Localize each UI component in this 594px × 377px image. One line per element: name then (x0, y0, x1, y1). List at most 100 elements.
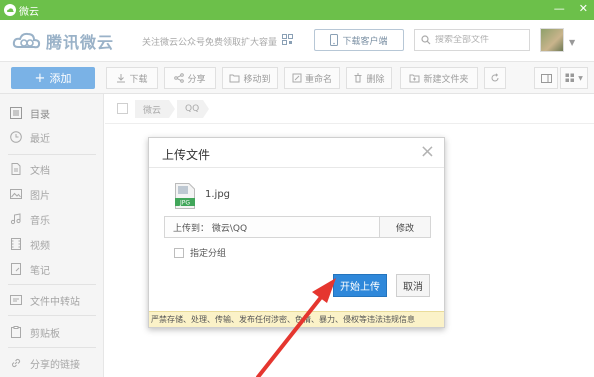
new-folder-button[interactable]: 新建文件夹 (400, 67, 478, 89)
sidebar-item-directory[interactable]: 目录 (10, 104, 98, 122)
document-icon (11, 163, 21, 175)
wechat-tip-link[interactable]: 关注微云公众号免费领取扩大容量 (142, 35, 277, 48)
edit-icon (292, 73, 302, 83)
qr-code-icon[interactable] (282, 34, 293, 45)
start-upload-button[interactable]: 开始上传 (333, 274, 387, 297)
clock-icon (10, 131, 22, 143)
note-icon (11, 263, 21, 275)
rename-button[interactable]: 重命名 (284, 67, 340, 89)
refresh-icon (491, 73, 499, 82)
select-all-checkbox[interactable] (117, 103, 128, 114)
toolbar: + 添加 下载 分享 移动到 重命名 删除 新建文件夹 ▼ (0, 62, 594, 94)
search-box[interactable] (414, 29, 530, 51)
dialog-title: 上传文件 (162, 148, 211, 162)
cloud-logo-icon (12, 32, 41, 49)
breadcrumb-item-root[interactable]: 微云 (135, 100, 169, 118)
app-logo[interactable]: 腾讯微云 (12, 29, 114, 53)
move-to-button[interactable]: 移动到 (222, 67, 278, 89)
move-to-label: 移动到 (243, 74, 271, 85)
breadcrumb-separator (169, 100, 175, 118)
modify-destination-button[interactable]: 修改 (380, 216, 431, 238)
image-icon (10, 189, 22, 199)
download-button[interactable]: 下载 (106, 67, 158, 89)
weiyun-cloud-icon (4, 4, 16, 16)
link-icon (11, 358, 21, 368)
plus-icon: + (34, 70, 46, 86)
grid-icon (565, 73, 575, 82)
breadcrumb: 微云 QQ (105, 94, 594, 124)
close-icon[interactable]: × (420, 143, 435, 161)
new-folder-label: 新建文件夹 (423, 74, 469, 85)
chevron-down-icon[interactable]: ▼ (569, 38, 575, 47)
chevron-down-icon: ▼ (578, 74, 583, 82)
add-button-label: 添加 (49, 72, 72, 85)
sidebar-item-label: 笔记 (30, 265, 50, 277)
breadcrumb-separator (203, 100, 209, 118)
sidebar-item-label: 视频 (30, 240, 50, 252)
video-icon (11, 238, 21, 250)
search-input[interactable] (435, 35, 525, 45)
specify-group-label: 指定分组 (190, 249, 227, 259)
app-header: 腾讯微云 关注微云公众号免费领取扩大容量 下载客户端 ▼ (0, 20, 594, 62)
delete-button[interactable]: 删除 (346, 67, 392, 89)
jpg-file-icon: JPG (175, 183, 195, 209)
new-folder-icon (409, 74, 420, 83)
download-client-button[interactable]: 下载客户端 (314, 29, 404, 51)
breadcrumb-item-current[interactable]: QQ (177, 100, 203, 118)
trash-icon (354, 73, 362, 83)
sidebar-item-images[interactable]: 图片 (10, 185, 98, 203)
clipboard-icon (11, 326, 21, 338)
refresh-button[interactable] (484, 67, 506, 89)
close-window-button[interactable]: ✕ (579, 2, 588, 15)
sidebar-item-label: 图片 (30, 190, 50, 202)
upload-dialog: 上传文件 × JPG 1.jpg 上传到： 微云\QQ 修改 指定分组 开始上传… (148, 137, 445, 328)
sidebar: 目录 最近 文档 图片 音乐 视频 笔记 文件中转站 剪贴板 分享的链接 (0, 94, 104, 377)
content-warning-bar: 严禁存储、处理、传输、发布任何涉密、色情、暴力、侵权等违法违规信息 (149, 311, 444, 327)
file-name: 1.jpg (205, 189, 231, 200)
sidebar-item-label: 文档 (30, 165, 50, 177)
grid-view-button[interactable]: ▼ (560, 67, 588, 89)
transfer-icon (10, 295, 22, 305)
sidebar-item-shared-links[interactable]: 分享的链接 (10, 354, 98, 372)
sidebar-item-clipboard[interactable]: 剪贴板 (10, 323, 98, 341)
music-icon (10, 213, 21, 225)
minimize-button[interactable]: — (554, 2, 565, 15)
move-folder-icon (229, 74, 240, 83)
user-avatar[interactable] (540, 28, 564, 52)
phone-icon (330, 34, 339, 46)
logo-text: 腾讯微云 (46, 33, 115, 52)
delete-label: 删除 (366, 74, 385, 85)
file-type-label: JPG (179, 200, 190, 207)
search-icon (421, 35, 431, 45)
window-title: 微云 (19, 6, 39, 18)
detail-view-button[interactable] (534, 67, 558, 89)
download-label: 下载 (129, 74, 148, 85)
sidebar-item-videos[interactable]: 视频 (10, 235, 98, 253)
sidebar-item-label: 最近 (30, 133, 50, 145)
specify-group-checkbox[interactable]: 指定分组 (174, 246, 226, 259)
sidebar-item-notes[interactable]: 笔记 (10, 260, 98, 278)
dialog-header: 上传文件 × (149, 138, 444, 168)
download-client-label: 下载客户端 (342, 36, 388, 47)
sidebar-item-label: 剪贴板 (30, 328, 60, 340)
sidebar-item-label: 目录 (30, 109, 50, 121)
share-label: 分享 (187, 74, 206, 85)
sidebar-item-label: 音乐 (30, 215, 50, 227)
panel-icon (540, 73, 552, 83)
cancel-button[interactable]: 取消 (396, 274, 430, 297)
window-titlebar: 微云 — ✕ (0, 0, 594, 20)
share-button[interactable]: 分享 (164, 67, 216, 89)
sidebar-item-music[interactable]: 音乐 (10, 210, 98, 228)
checkbox-box[interactable] (174, 247, 184, 258)
sidebar-item-recent[interactable]: 最近 (10, 128, 98, 146)
sidebar-item-documents[interactable]: 文档 (10, 160, 98, 178)
sidebar-item-label: 分享的链接 (30, 359, 80, 371)
download-icon (117, 74, 126, 83)
sidebar-item-label: 文件中转站 (30, 296, 80, 308)
add-button[interactable]: + 添加 (11, 67, 95, 89)
share-icon (174, 73, 185, 83)
rename-label: 重命名 (304, 74, 332, 85)
destination-field: 上传到： 微云\QQ (164, 216, 380, 238)
sidebar-item-transfer[interactable]: 文件中转站 (10, 291, 98, 309)
list-icon (10, 107, 22, 119)
